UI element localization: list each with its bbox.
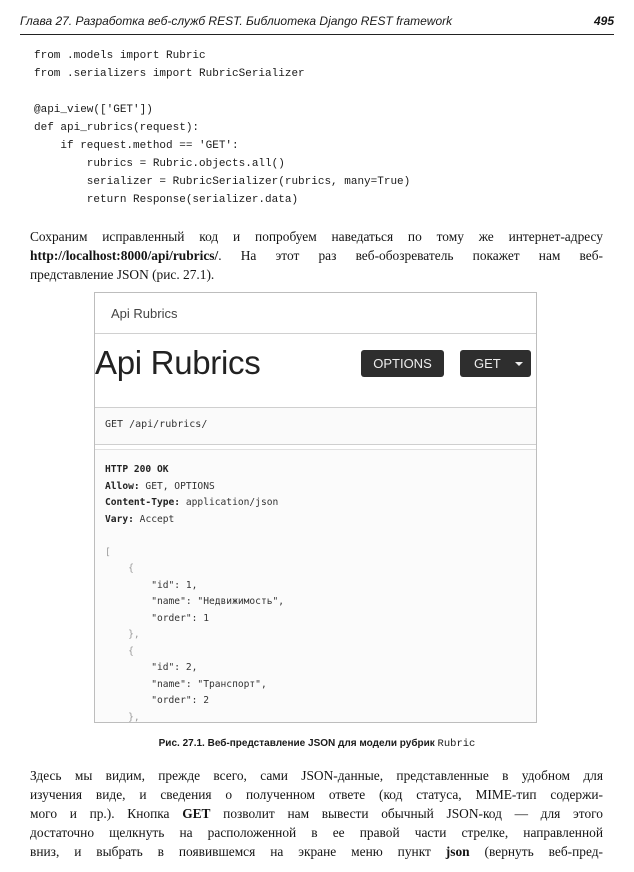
options-button[interactable]: OPTIONS xyxy=(361,350,444,377)
chapter-title: Глава 27. Разработка веб-служб REST. Биб… xyxy=(20,14,453,28)
json-line: [ xyxy=(105,546,111,558)
json-line: { xyxy=(105,645,134,657)
paragraph-line: представление JSON (рис. 27.1). xyxy=(30,267,215,282)
response-panel: HTTP 200 OK Allow: GET, OPTIONS Content-Ty… xyxy=(95,449,536,722)
json-line: { xyxy=(105,563,134,574)
code-line: rubrics = Rubric.objects.all() xyxy=(34,158,285,170)
paragraph-line: мого и пр.). Кнопка GET позволит нам выв… xyxy=(30,806,603,821)
response-content: HTTP 200 OK Allow: GET, OPTIONS Content-Ty… xyxy=(105,462,285,723)
code-listing: from .models import Rubric from .serializ… xyxy=(34,47,410,209)
page-header: Глава 27. Разработка веб-служб REST. Биб… xyxy=(20,12,614,35)
response-header: Content-Type: application/json xyxy=(105,497,279,508)
page-title: Api Rubrics xyxy=(95,344,261,381)
json-line: }, xyxy=(105,711,140,723)
request-line: GET /api/rubrics/ xyxy=(105,419,208,430)
paragraph-line: вниз, и выбрать в появившемся на экране … xyxy=(30,844,603,859)
code-line: return Response(serializer.data) xyxy=(34,194,299,206)
code-line: from .models import Rubric xyxy=(34,50,206,62)
status-line: HTTP 200 OK xyxy=(105,464,169,475)
caption-code: Rubric xyxy=(437,738,476,750)
chevron-down-icon[interactable] xyxy=(515,362,523,366)
figure-caption: Рис. 27.1. Веб-представление JSON для мо… xyxy=(158,738,476,750)
json-line: "id": 2, xyxy=(105,662,198,673)
json-line: "name": "Транспорт", xyxy=(105,678,267,690)
json-line: "order": 1 xyxy=(105,612,209,624)
paragraph-line: достаточно щелкнуть на расположенной в е… xyxy=(30,825,603,840)
url-text: http://localhost:8000/api/rubrics/ xyxy=(30,248,219,263)
navbar-brand[interactable]: Api Rubrics xyxy=(111,306,177,321)
response-header: Vary: Accept xyxy=(105,513,175,525)
response-header: Allow: GET, OPTIONS xyxy=(105,480,215,492)
navbar-divider xyxy=(95,333,536,334)
code-line: serializer = RubricSerializer(rubrics, m… xyxy=(34,176,411,188)
get-button[interactable]: GET xyxy=(460,350,531,377)
request-bar: GET /api/rubrics/ xyxy=(95,407,536,445)
paragraph-line: http://localhost:8000/api/rubrics/. На э… xyxy=(30,248,603,263)
json-line: "id": 1, xyxy=(105,579,198,591)
json-line: "name": "Недвижимость", xyxy=(105,596,285,607)
paragraph-line: Сохраним исправленный код и попробуем на… xyxy=(30,229,603,244)
json-line: "order": 2 xyxy=(105,695,209,706)
paragraph-intro: Сохраним исправленный код и попробуем на… xyxy=(30,227,603,284)
code-line: if request.method == 'GET': xyxy=(34,140,239,152)
paragraph-explanation: Здесь мы видим, прежде всего, сами JSON-… xyxy=(30,766,603,861)
code-line: def api_rubrics(request): xyxy=(34,122,200,134)
paragraph-line: Здесь мы видим, прежде всего, сами JSON-… xyxy=(30,768,603,783)
code-line: @api_view(['GET']) xyxy=(34,104,153,116)
page-number: 495 xyxy=(593,14,614,28)
json-line: }, xyxy=(105,629,140,640)
browser-screenshot-figure: Api Rubrics Api Rubrics OPTIONS GET GET … xyxy=(94,292,537,723)
code-line: from .serializers import RubricSerialize… xyxy=(34,68,305,80)
paragraph-line: изучения виде, и сведения о полученном о… xyxy=(30,787,603,802)
get-button-label: GET xyxy=(474,356,501,371)
